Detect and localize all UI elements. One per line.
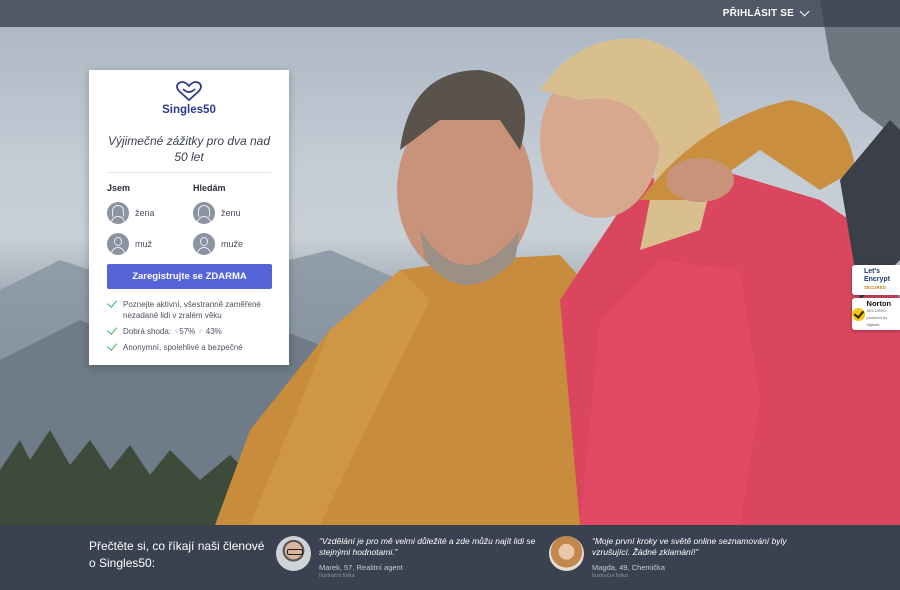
female-avatar-icon — [107, 202, 129, 224]
login-button[interactable]: PŘIHLÁSIT SE — [722, 6, 810, 19]
letsencrypt-line2: Encrypt — [863, 276, 891, 283]
testimonial-quote: “Vzdělání je pro mě velmi důležité a zde… — [319, 536, 536, 557]
norton-by: powered by digicert — [866, 315, 888, 327]
testimonial-author: Magda, 49, Chemička — [592, 563, 665, 572]
testimonials-footer: Přečtěte si, co říkají naši členové o Si… — [0, 525, 900, 590]
member-photo — [276, 536, 311, 571]
testimonial: “Moje první kroky ve světě online seznam… — [549, 536, 822, 579]
female-avatar-icon — [193, 202, 215, 224]
seeking-option-female[interactable]: ženu — [193, 201, 273, 225]
top-bar: PŘIHLÁSIT SE — [0, 0, 900, 27]
brand-logo[interactable]: Singles50 — [89, 80, 289, 116]
heart-infinity-icon — [176, 81, 202, 102]
seeking-group: Hledám ženu muže — [193, 183, 273, 263]
check-icon — [106, 340, 118, 351]
gender-group: Jsem žena muž — [107, 183, 187, 263]
signup-card: Singles50 Výjimečné zážitky pro dva nad … — [89, 70, 289, 365]
male-avatar-icon — [107, 233, 129, 255]
match-label: Dobrá shoda: — [123, 327, 172, 336]
seeking-group-title: Hledám — [193, 183, 226, 193]
female-percentage: 57% — [179, 327, 196, 336]
seeking-option-male[interactable]: muže — [193, 232, 273, 256]
illustration-note: Ilustrační fotka — [592, 573, 628, 579]
letsencrypt-sub: SECURED — [863, 285, 886, 290]
male-percentage: 43% — [205, 327, 222, 336]
norton-sub: SECURED — [866, 308, 887, 313]
feature-text: Poznejte aktivní, všestranně zaměřené ne… — [123, 300, 261, 320]
male-avatar-icon — [193, 233, 215, 255]
testimonials-intro: Přečtěte si, co říkají naši členové o Si… — [89, 539, 265, 570]
illustration-note: Ilustrační fotka — [319, 573, 355, 579]
register-free-button[interactable]: Zaregistrujte se ZDARMA — [107, 264, 272, 289]
feature-text: Anonymní, spolehlivé a bezpečné — [123, 343, 243, 352]
seeking-option-label: muže — [221, 239, 244, 249]
feature-item-match: Dobrá shoda: ♀57% ♂ 43% — [106, 324, 272, 337]
letsencrypt-badge[interactable]: Let's Encrypt SECURED — [852, 265, 900, 295]
feature-list: Poznejte aktivní, všestranně zaměřené ne… — [106, 297, 272, 358]
norton-badge[interactable]: Norton SECURED powered by digicert — [852, 298, 900, 330]
gender-option-male[interactable]: muž — [107, 232, 187, 256]
check-icon — [106, 297, 118, 308]
feature-item: Anonymní, spolehlivé a bezpečné — [106, 340, 272, 353]
gender-option-female[interactable]: žena — [107, 201, 187, 225]
testimonial-quote: “Moje první kroky ve světě online seznam… — [592, 536, 787, 557]
tagline: Výjimečné zážitky pro dva nad 50 let — [107, 134, 271, 164]
divider — [107, 172, 271, 173]
testimonial: “Vzdělání je pro mě velmi důležité a zde… — [276, 536, 549, 579]
gender-option-label: žena — [135, 208, 155, 218]
gender-option-label: muž — [135, 239, 153, 249]
brand-name: Singles50 — [162, 104, 216, 116]
norton-check-icon — [852, 307, 865, 321]
feature-item: Poznejte aktivní, všestranně zaměřené ne… — [106, 297, 272, 321]
member-photo — [549, 536, 584, 571]
login-label: PŘIHLÁSIT SE — [722, 8, 794, 19]
match-text: Dobrá shoda: ♀57% ♂ 43% — [123, 326, 222, 337]
check-icon — [106, 324, 118, 335]
chevron-down-icon — [799, 6, 810, 17]
seeking-option-label: ženu — [221, 208, 241, 218]
male-symbol-icon: ♂ — [197, 327, 204, 336]
testimonial-author: Marek, 57, Realitní agent — [319, 563, 403, 572]
letsencrypt-line1: Let's — [863, 268, 881, 275]
gender-group-title: Jsem — [107, 183, 131, 193]
